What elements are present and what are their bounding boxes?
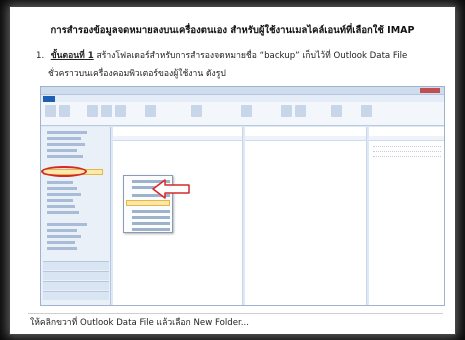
step-text: สร้างโฟลเดอร์สำหรับการสำรองจดหมายชื่อ “b… [93,51,408,61]
context-menu-item [132,210,170,213]
nav-mail-button [43,261,109,270]
ribbon-button [87,105,98,117]
todo-bar [369,127,444,305]
context-menu-item [132,228,170,231]
nav-item [47,235,81,238]
pointer-arrow-icon [152,179,190,199]
new-folder-menu-item [126,200,170,206]
tutorial-card: การสำรองข้อมูลจดหมายลงบนเครื่องตนเอง สำห… [10,7,455,334]
context-menu-item [132,222,170,225]
ribbon-button [241,105,252,117]
ribbon-button [115,105,126,117]
nav-contacts-button [43,281,109,290]
outlook-ribbon [41,102,444,126]
ribbon-button [331,105,342,117]
ribbon-button [145,105,156,117]
todo-row [373,153,441,157]
nav-item [47,211,79,214]
nav-item [47,223,87,226]
nav-item [47,247,77,250]
page-title: การสำรองข้อมูลจดหมายลงบนเครื่องตนเอง สำห… [50,25,415,36]
nav-item [47,143,85,146]
ribbon-button [295,105,306,117]
nav-item [47,229,77,232]
nav-item [47,241,75,244]
nav-item [47,187,77,190]
outlook-ribbon-tabs [41,95,444,102]
page-frame: การสำรองข้อมูลจดหมายลงบนเครื่องตนเอง สำห… [0,0,465,340]
nav-item [47,131,87,134]
nav-item [47,199,73,202]
ribbon-button [59,105,70,117]
ribbon-button [191,105,202,117]
nav-item [47,193,81,196]
tasks-pane [245,127,367,305]
nav-tasks-button [43,291,109,300]
ribbon-button [101,105,112,117]
step-label: ขั้นตอนที่ 1 [50,51,94,61]
nav-item [47,181,73,184]
ribbon-button [361,105,372,117]
caption: ให้คลิกขวาที่ Outlook Data File แล้วเลือ… [28,313,443,331]
step-1-line: 1. ขั้นตอนที่ 1 สร้างโฟลเดอร์สำหรับการสำ… [36,49,446,64]
list-column-header [113,136,242,141]
nav-item [47,149,77,152]
highlight-oval [41,166,87,177]
todo-row [373,143,441,147]
nav-item [47,137,81,140]
outlook-titlebar [41,87,444,95]
nav-item [47,155,83,158]
todo-row [373,148,441,152]
context-menu-item [132,216,170,219]
outlook-screenshot [40,86,445,306]
nav-item [47,205,75,208]
navigation-pane [41,127,111,305]
tasks-column-header [245,136,366,141]
nav-calendar-button [43,271,109,280]
step-text-continued: ชั่วคราวบนเครื่องคอมพิวเตอร์ของผู้ใช้งาน… [48,69,226,79]
window-controls [420,88,440,93]
ribbon-button [45,105,56,117]
ribbon-button [281,105,292,117]
step-number: 1. [36,51,45,61]
messages-header [369,136,444,141]
